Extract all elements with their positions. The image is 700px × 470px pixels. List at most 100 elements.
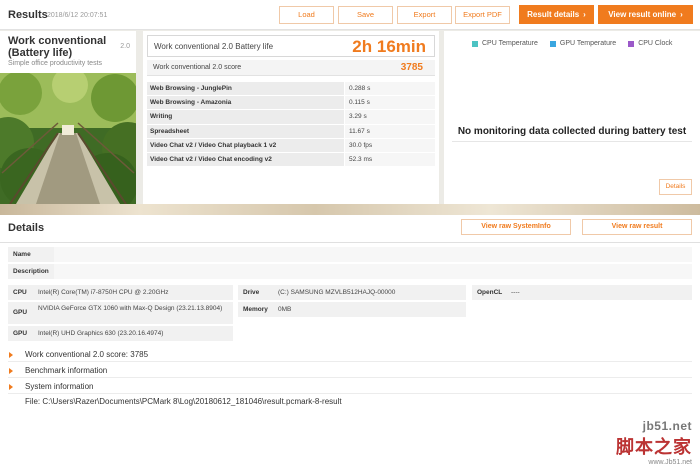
- opencl-value: ----: [511, 289, 520, 296]
- description-label: Description: [13, 268, 49, 275]
- table-row: Writing 3.29 s: [147, 110, 435, 125]
- result-file-path: File: C:\Users\Razer\Documents\PCMark 8\…: [25, 397, 342, 406]
- monitoring-legend: CPU Temperature GPU Temperature CPU Cloc…: [472, 40, 684, 47]
- table-row: Video Chat v2 / Video Chat playback 1 v2…: [147, 138, 435, 153]
- benchmark-name: Work conventional (Battery life): [8, 35, 107, 59]
- watermark: jb51.net 脚本之家 www.Jb51.net: [616, 419, 692, 466]
- subtest-value: 52.3 ms: [345, 152, 435, 167]
- divider: [0, 242, 700, 243]
- legend-item[interactable]: GPU Temperature: [549, 40, 617, 47]
- result-details-label: Result details: [527, 10, 580, 19]
- view-raw-result-button[interactable]: View raw result: [582, 219, 692, 235]
- gpu-value: NVIDIA GeForce GTX 1060 with Max-Q Desig…: [38, 305, 223, 312]
- legend-item[interactable]: CPU Clock: [628, 40, 672, 47]
- table-row: Video Chat v2 / Video Chat encoding v2 52…: [147, 152, 435, 168]
- memory-label: Memory: [243, 306, 268, 313]
- section-label: Benchmark information: [25, 366, 108, 375]
- gpu-value: Intel(R) UHD Graphics 630 (23.20.16.4974…: [38, 330, 164, 337]
- save-button[interactable]: Save: [338, 6, 393, 24]
- decorative-banner: [0, 204, 700, 215]
- details-section: Details View raw SystemInfo View raw res…: [0, 215, 700, 470]
- memory-row: Memory 0MB: [238, 302, 466, 317]
- benchmark-version: 2.0: [120, 43, 130, 50]
- benchmark-information-toggle[interactable]: Benchmark information: [8, 364, 692, 378]
- battery-life-label: Work conventional 2.0 Battery life: [154, 42, 274, 51]
- score-value: 3785: [400, 62, 423, 73]
- drive-row: Drive (C:) SAMSUNG MZVLB512HAJQ-00000: [238, 285, 466, 300]
- subtest-value: 30.0 fps: [345, 138, 435, 152]
- gpu-label: GPU: [13, 309, 28, 316]
- expand-arrow-icon: [9, 384, 13, 390]
- subtest-name: Web Browsing - JunglePin: [147, 82, 344, 96]
- section-label: System information: [25, 382, 94, 391]
- opencl-row: OpenCL ----: [472, 285, 692, 300]
- monitoring-message: No monitoring data collected during batt…: [457, 126, 687, 137]
- cpu-label: CPU: [13, 289, 27, 296]
- subtest-value: 3.29 s: [345, 110, 435, 124]
- score-panel: Work conventional 2.0 Battery life 2h 16…: [143, 31, 439, 204]
- export-button[interactable]: Export: [397, 6, 452, 24]
- subtest-value: 0.288 s: [345, 82, 435, 96]
- page-title: Results: [8, 9, 48, 21]
- details-button[interactable]: Details: [659, 179, 692, 195]
- subtest-name: Writing: [147, 110, 344, 124]
- watermark-brand: 脚本之家: [616, 437, 692, 457]
- battery-life-value: 2h 16min: [352, 37, 426, 56]
- score-label: Work conventional 2.0 score: [153, 64, 242, 71]
- view-result-online-button[interactable]: View result online ›: [598, 5, 693, 24]
- name-row: Name: [8, 247, 692, 262]
- chevron-right-icon: ›: [680, 10, 683, 19]
- section-label: Work conventional 2.0 score: 3785: [25, 350, 149, 359]
- subtest-name: Video Chat v2 / Video Chat playback 1 v2: [147, 138, 344, 152]
- watermark-url: www.Jb51.net: [648, 459, 692, 466]
- gpu-label: GPU: [13, 330, 28, 337]
- battery-life-box: Work conventional 2.0 Battery life 2h 16…: [147, 35, 435, 57]
- memory-value: 0MB: [278, 306, 292, 313]
- benchmark-hero: Work conventional (Battery life) 2.0 Sim…: [0, 31, 136, 204]
- score-row: Work conventional 2.0 score 3785: [147, 60, 435, 76]
- legend-swatch: [549, 40, 556, 47]
- subtest-name: Spreadsheet: [147, 124, 344, 138]
- cpu-value: Intel(R) Core(TM) i7-8750H CPU @ 2.20GHz: [38, 289, 169, 296]
- results-toolbar: Results 2018/6/12 20:07:51 Load Save Exp…: [0, 0, 700, 30]
- description-field[interactable]: [54, 264, 692, 279]
- divider: [452, 141, 692, 142]
- system-information-toggle[interactable]: System information: [8, 380, 692, 394]
- watermark-site: jb51.net: [642, 419, 692, 433]
- subtest-value: 11.67 s: [345, 124, 435, 138]
- result-details-button[interactable]: Result details ›: [519, 5, 594, 24]
- table-row: Spreadsheet 11.67 s: [147, 124, 435, 139]
- drive-value: (C:) SAMSUNG MZVLB512HAJQ-00000: [278, 289, 396, 296]
- expand-arrow-icon: [9, 352, 13, 358]
- monitoring-panel: CPU Temperature GPU Temperature CPU Cloc…: [444, 31, 700, 204]
- description-row: Description: [8, 264, 692, 279]
- details-title: Details: [8, 222, 45, 234]
- name-field[interactable]: [54, 247, 692, 262]
- chevron-right-icon: ›: [583, 10, 586, 19]
- legend-label: GPU Temperature: [559, 40, 617, 47]
- subtest-name: Video Chat v2 / Video Chat encoding v2: [147, 152, 344, 167]
- score-section-toggle[interactable]: Work conventional 2.0 score: 3785: [8, 348, 692, 362]
- export-pdf-button[interactable]: Export PDF: [455, 6, 510, 24]
- view-raw-systeminfo-button[interactable]: View raw SystemInfo: [461, 219, 571, 235]
- legend-swatch: [472, 40, 478, 47]
- load-button[interactable]: Load: [279, 6, 334, 24]
- subtest-value: 0.115 s: [345, 96, 435, 110]
- legend-label: CPU Clock: [638, 40, 673, 47]
- benchmark-hero-image: [0, 73, 136, 204]
- opencl-label: OpenCL: [477, 289, 503, 296]
- legend-swatch: [628, 40, 635, 47]
- legend-label: CPU Temperature: [482, 40, 538, 47]
- view-result-online-label: View result online: [608, 10, 677, 19]
- legend-item[interactable]: CPU Temperature: [472, 40, 538, 47]
- subtest-table: Web Browsing - JunglePin 0.288 s Web Brow…: [147, 82, 435, 168]
- benchmark-subtitle: Simple office productivity tests: [8, 60, 103, 67]
- drive-label: Drive: [243, 289, 260, 296]
- expand-arrow-icon: [9, 368, 13, 374]
- table-row: Web Browsing - JunglePin 0.288 s: [147, 82, 435, 97]
- subtest-name: Web Browsing - Amazonia: [147, 96, 344, 110]
- gpu-row: GPU NVIDIA GeForce GTX 1060 with Max-Q D…: [8, 302, 233, 324]
- name-label: Name: [13, 251, 31, 258]
- gpu-row: GPU Intel(R) UHD Graphics 630 (23.20.16.…: [8, 326, 233, 341]
- table-row: Web Browsing - Amazonia 0.115 s: [147, 96, 435, 111]
